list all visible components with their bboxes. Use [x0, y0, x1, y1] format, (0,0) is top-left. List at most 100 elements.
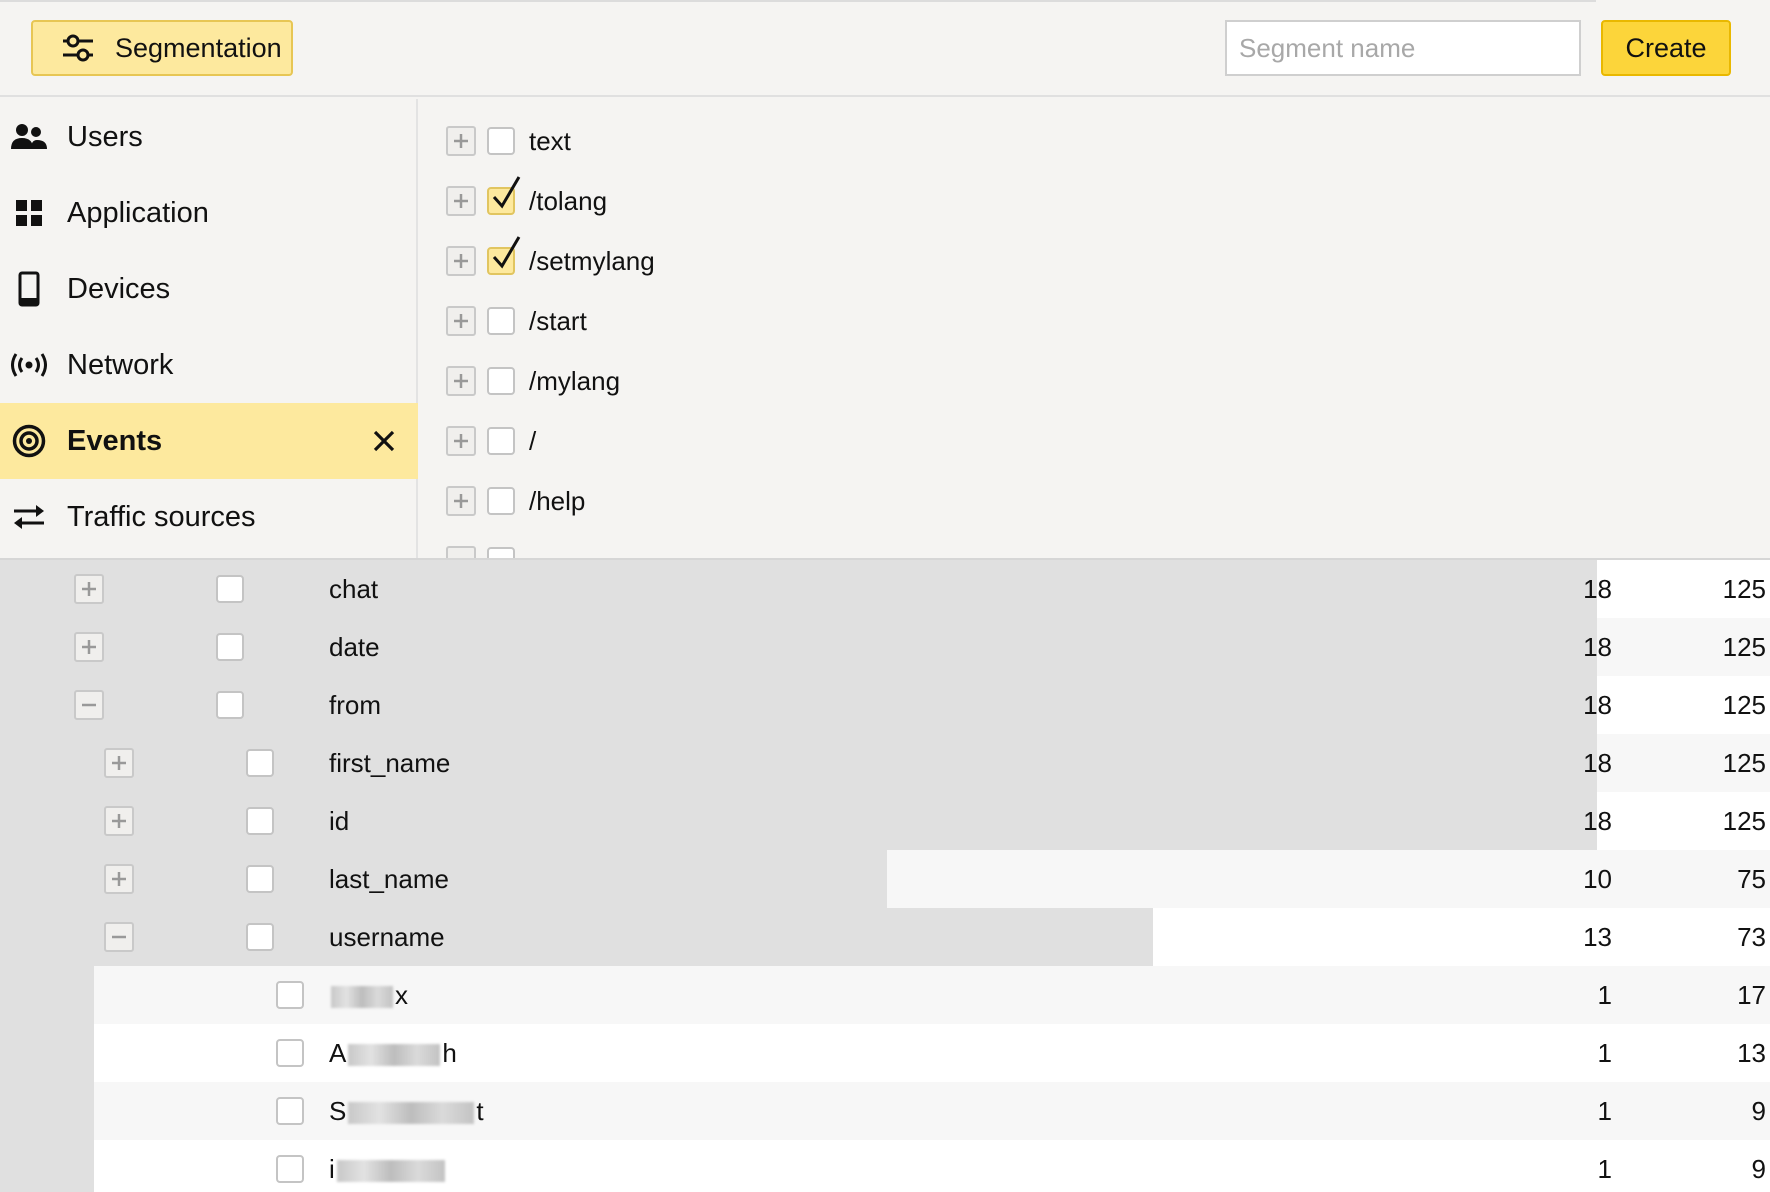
row-name-prefix: i [329, 1154, 335, 1184]
category-network[interactable]: Network [0, 327, 418, 403]
row-checkbox[interactable] [246, 923, 274, 951]
event-checkbox[interactable] [487, 547, 515, 558]
row-checkbox[interactable] [276, 1155, 304, 1183]
category-traffic-sources[interactable]: Traffic sources [0, 479, 418, 555]
segmentation-button[interactable]: Segmentation [31, 20, 293, 76]
event-label: text [529, 125, 571, 156]
value-bar [0, 908, 1153, 966]
category-label: Devices [67, 272, 171, 305]
row-users-value: 18 [1583, 806, 1612, 836]
expand-icon[interactable] [74, 632, 104, 662]
row-name: x [329, 980, 408, 1011]
row-name: i [329, 1154, 447, 1185]
checkmark-icon [492, 236, 521, 269]
row-users-value: 18 [1583, 690, 1612, 720]
event-item: /mylang [446, 361, 620, 401]
category-label: Users [67, 120, 143, 153]
event-item: /help [446, 481, 585, 521]
indent-background [0, 1140, 94, 1192]
row-name: date [329, 632, 380, 662]
expand-icon[interactable] [446, 366, 476, 396]
category-events[interactable]: Events [0, 403, 418, 479]
expand-icon[interactable] [446, 126, 476, 156]
expand-icon[interactable] [104, 806, 134, 836]
event-label: /setmylang [529, 245, 655, 276]
row-name: username [329, 922, 445, 952]
row-checkbox[interactable] [276, 981, 304, 1009]
table-row: date 18 125 [0, 618, 1770, 676]
row-events-value: 125 [1722, 806, 1766, 836]
event-item: / [446, 421, 536, 461]
event-item-partial [446, 541, 529, 558]
event-item: /tolang [446, 176, 607, 221]
table-row: first_name 18 125 [0, 734, 1770, 792]
event-checkbox[interactable] [487, 127, 515, 155]
indent-background [0, 966, 94, 1024]
row-checkbox[interactable] [246, 749, 274, 777]
segmentation-panel: Segmentation Create Users Application De… [0, 0, 1770, 560]
redacted-text [348, 1102, 475, 1125]
event-label: / [529, 425, 537, 456]
event-checkbox[interactable] [487, 487, 515, 515]
expand-icon[interactable] [74, 574, 104, 604]
row-checkbox[interactable] [216, 691, 244, 719]
grid-icon [11, 195, 47, 231]
create-button[interactable]: Create [1601, 20, 1731, 76]
row-name-suffix: h [442, 1038, 457, 1068]
expand-icon[interactable] [446, 186, 476, 216]
table-row: last_name 10 75 [0, 850, 1770, 908]
event-checkbox[interactable] [487, 236, 521, 275]
expand-icon[interactable] [446, 426, 476, 456]
collapse-icon[interactable] [104, 922, 134, 952]
event-checkbox[interactable] [487, 307, 515, 335]
close-icon[interactable] [366, 423, 402, 459]
row-name-suffix: t [476, 1096, 484, 1126]
row-name-suffix: x [395, 980, 408, 1010]
arrows-icon [11, 499, 47, 535]
row-checkbox[interactable] [216, 575, 244, 603]
table-row: from 18 125 [0, 676, 1770, 734]
table-row: chat 18 125 [0, 560, 1770, 618]
row-users-value: 18 [1583, 748, 1612, 778]
redacted-text [336, 1160, 445, 1183]
expand-icon[interactable] [446, 306, 476, 336]
expand-icon[interactable] [104, 864, 134, 894]
sliders-icon [63, 34, 93, 62]
value-bar [0, 792, 1597, 850]
row-checkbox[interactable] [246, 807, 274, 835]
event-checkbox[interactable] [487, 367, 515, 395]
row-name: id [329, 806, 350, 836]
event-list: text /tolang /setmylang /start /mylang / [420, 99, 1770, 558]
expand-icon[interactable] [446, 486, 476, 516]
expand-icon[interactable] [104, 748, 134, 778]
indent-background [0, 1024, 94, 1082]
table-row: Ah 1 13 [0, 1024, 1770, 1082]
expand-icon[interactable] [446, 246, 476, 276]
signal-icon [11, 347, 47, 383]
row-background [0, 966, 1770, 1024]
category-application[interactable]: Application [0, 175, 418, 251]
row-checkbox[interactable] [276, 1039, 304, 1067]
row-background [0, 1140, 1770, 1192]
segment-name-input[interactable] [1225, 20, 1581, 76]
row-name-prefix: S [329, 1096, 347, 1126]
row-background [0, 1082, 1770, 1140]
row-checkbox[interactable] [216, 633, 244, 661]
row-checkbox[interactable] [276, 1097, 304, 1125]
category-users[interactable]: Users [0, 99, 418, 175]
category-devices[interactable]: Devices [0, 251, 418, 327]
collapse-icon[interactable] [74, 690, 104, 720]
data-table: chat 18 125 date 18 125 from 18 125 first_name 18 1… [0, 560, 1770, 1192]
event-checkbox[interactable] [487, 427, 515, 455]
row-checkbox[interactable] [246, 865, 274, 893]
row-background [0, 1024, 1770, 1082]
table-row: username 13 73 [0, 908, 1770, 966]
row-name-prefix: A [329, 1038, 347, 1068]
expand-icon[interactable] [446, 546, 476, 558]
indent-background [0, 1082, 94, 1140]
row-name: from [329, 690, 381, 720]
row-events-value: 125 [1722, 690, 1766, 720]
event-checkbox[interactable] [487, 176, 521, 215]
redacted-text [348, 1044, 441, 1067]
row-users-value: 1 [1597, 1096, 1612, 1126]
